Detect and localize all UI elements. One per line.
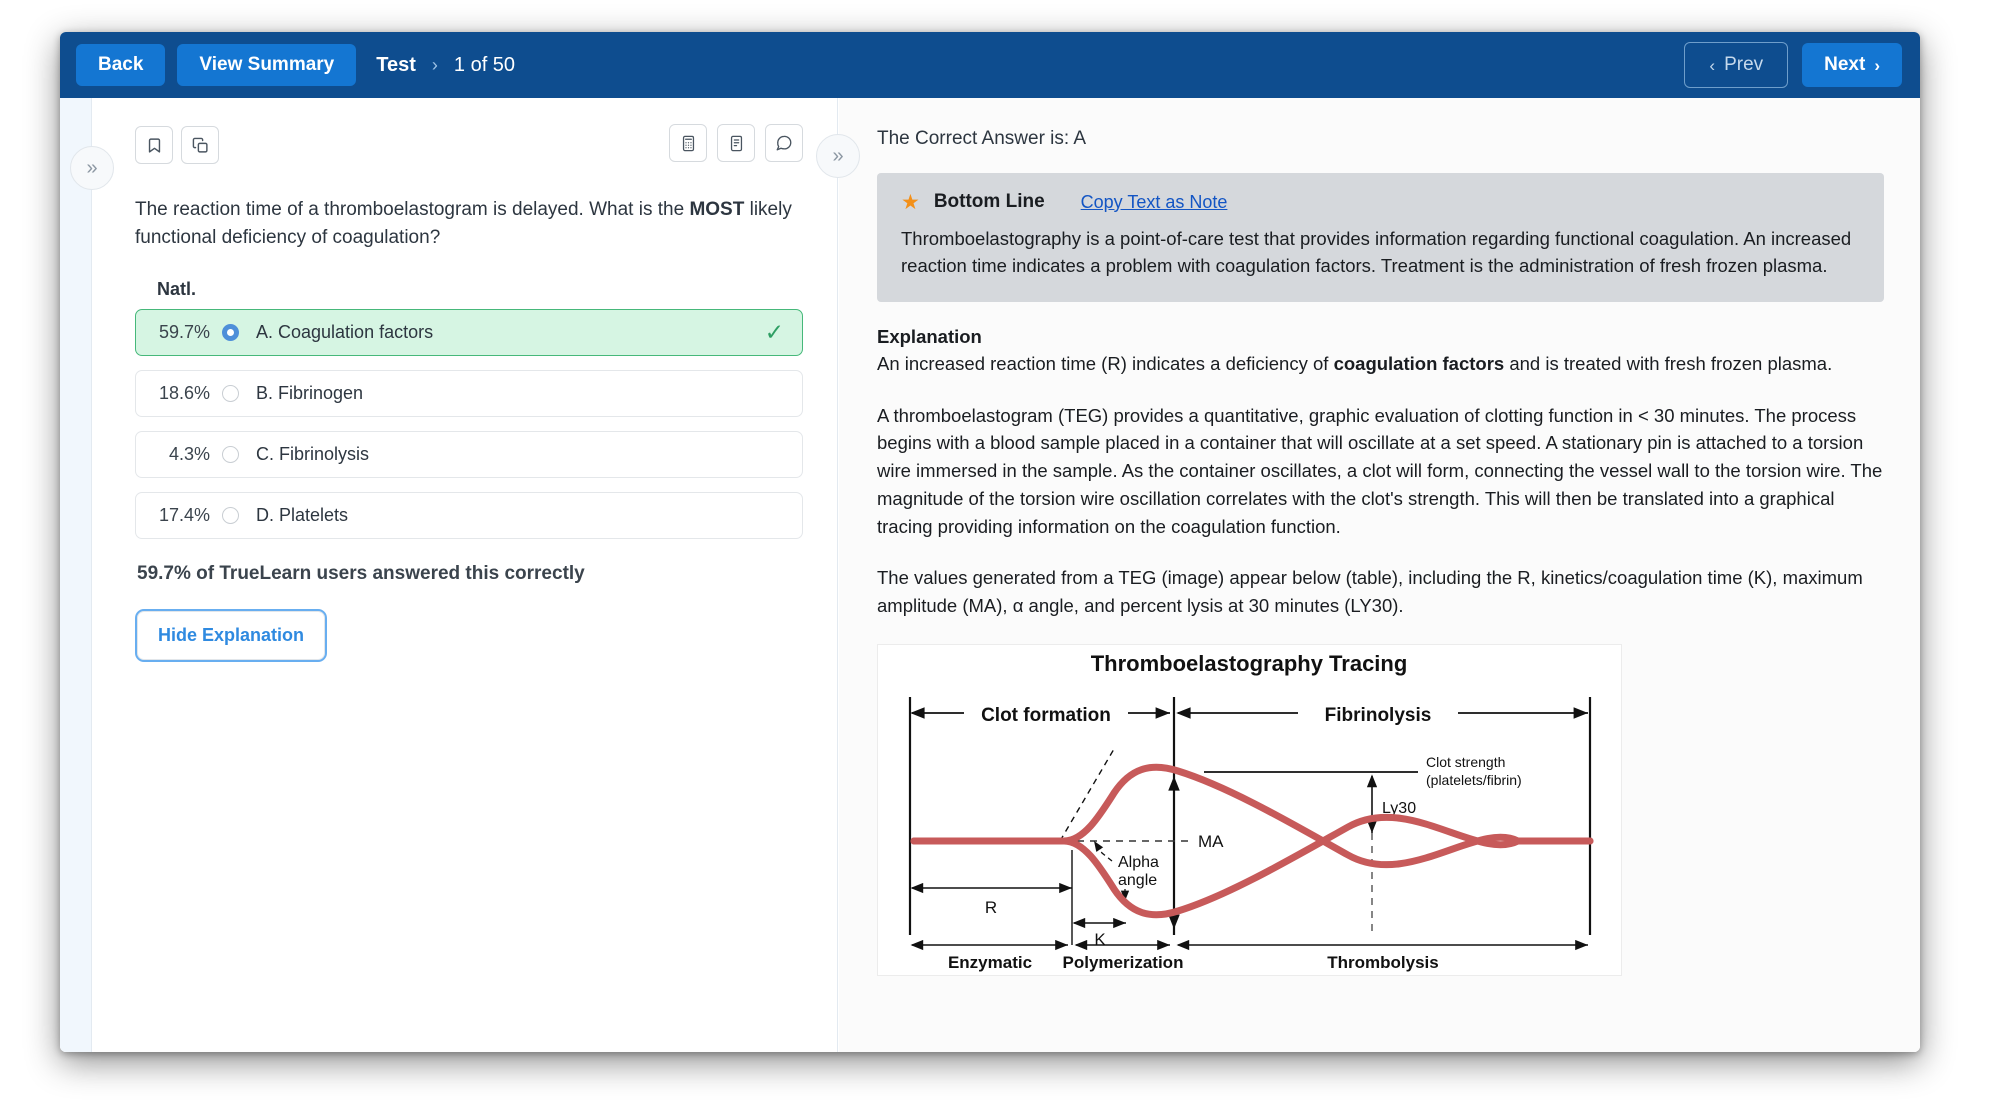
breadcrumb-question-count: 1 of 50 (453, 53, 516, 76)
view-summary-button[interactable]: View Summary (177, 43, 357, 87)
question-emphasis: MOST (689, 199, 745, 220)
bookmark-icon[interactable] (135, 126, 173, 164)
figure-label-polymerization: Polymerization (1063, 953, 1184, 972)
figure-label-k: K (1094, 930, 1106, 949)
next-button-label: Next (1824, 54, 1866, 75)
expand-left-panel-button[interactable]: » (70, 146, 114, 190)
bottom-line-box: ★ Bottom Line Copy Text as Note Thromboe… (877, 173, 1884, 302)
teg-lower-trace (910, 813, 1594, 918)
chevron-left-icon: ‹ (1709, 55, 1716, 75)
national-percent-header: Natl. (157, 279, 197, 300)
explanation-p1-bold: coagulation factors (1333, 352, 1505, 374)
figure-label-clot-strength-1: Clot strength (1426, 754, 1505, 770)
answer-option-percent: 4.3% (168, 444, 210, 465)
figure-label-clot-formation: Clot formation (981, 705, 1111, 726)
bottom-line-text: Thromboelastography is a point-of-care t… (901, 228, 1852, 277)
bottom-line-title: Bottom Line (933, 191, 1045, 212)
correct-answer-line: The Correct Answer is: A (877, 128, 1087, 149)
chevron-right-icon: › (431, 54, 438, 75)
answer-option-d[interactable]: 17.4% D. Platelets (135, 492, 803, 540)
next-button[interactable]: Next › (1802, 43, 1902, 87)
teg-tracing-figure: Thromboelastography Tracing Clot formati… (877, 643, 1622, 976)
correct-check-icon: ✓ (764, 319, 784, 346)
content-area: » » The reaction time of a thromboelasto… (60, 98, 1920, 1052)
top-nav-actions: ‹ Prev Next › (1684, 42, 1902, 88)
explanation-p1-part2: and is treated with fresh frozen plasma. (1504, 352, 1833, 374)
explanation-heading: Explanation (877, 325, 982, 347)
left-gutter (60, 98, 92, 1052)
question-text-part1: The reaction time of a thromboelastogram… (135, 199, 690, 220)
breadcrumb-test[interactable]: Test (376, 54, 416, 77)
answer-option-percent: 18.6% (158, 383, 210, 404)
figure-label-r: R (985, 898, 997, 917)
hide-explanation-button[interactable]: Hide Explanation (134, 609, 328, 663)
screenshot-root: Back View Summary Test › 1 of 50 ‹ Prev … (0, 0, 2000, 1100)
answer-option-label: B. Fibrinogen (256, 383, 364, 404)
answer-option-a[interactable]: 59.7% A. Coagulation factors ✓ (135, 309, 803, 357)
question-stem: The reaction time of a thromboelastogram… (135, 196, 803, 252)
teg-tracing-svg: Thromboelastography Tracing Clot formati… (908, 651, 1594, 972)
answer-option-b[interactable]: 18.6% B. Fibrinogen (135, 370, 803, 418)
explanation-panel: The Correct Answer is: A ★ Bottom Line C… (839, 98, 1920, 1052)
question-toolbar (135, 124, 803, 166)
figure-label-enzymatic: Enzymatic (948, 953, 1032, 972)
prev-button[interactable]: ‹ Prev (1684, 42, 1789, 88)
explanation-p1-part1: An increased reaction time (R) indicates… (877, 352, 1334, 374)
figure-label-alpha-2: angle (1118, 872, 1157, 889)
breadcrumb: Test › 1 of 50 (376, 54, 515, 77)
figure-title: Thromboelastography Tracing (1091, 651, 1408, 676)
top-navigation-bar: Back View Summary Test › 1 of 50 ‹ Prev … (60, 32, 1920, 98)
answer-option-radio[interactable] (222, 324, 239, 342)
answer-option-label: C. Fibrinolysis (256, 444, 370, 465)
answer-option-radio[interactable] (222, 446, 239, 464)
answer-option-label: A. Coagulation factors (256, 322, 434, 343)
explanation-paragraph-3: The values generated from a TEG (image) … (877, 567, 1863, 616)
question-panel: The reaction time of a thromboelastogram… (93, 98, 838, 1052)
copy-icon[interactable] (181, 126, 219, 164)
chat-icon[interactable] (765, 124, 803, 162)
figure-label-clot-strength-2: (platelets/fibrin) (1426, 772, 1522, 788)
answer-option-label: D. Platelets (256, 505, 349, 526)
chevron-right-icon: › (1874, 55, 1880, 75)
figure-label-thrombolysis: Thrombolysis (1327, 953, 1438, 972)
notes-icon[interactable] (717, 124, 755, 162)
explanation-paragraph-1: An increased reaction time (R) indicates… (877, 350, 1884, 378)
answer-option-radio[interactable] (222, 507, 239, 525)
answer-options-list: 59.7% A. Coagulation factors ✓ 18.6% B. Fibr… (135, 309, 803, 540)
answer-option-radio[interactable] (222, 385, 239, 403)
figure-label-ma: MA (1198, 832, 1224, 851)
question-tools-right (669, 124, 803, 162)
calculator-icon[interactable] (669, 124, 707, 162)
prev-button-label: Prev (1724, 54, 1764, 75)
app-window: Back View Summary Test › 1 of 50 ‹ Prev … (60, 32, 1920, 1052)
star-icon: ★ (901, 190, 920, 214)
answer-option-c[interactable]: 4.3% C. Fibrinolysis (135, 431, 803, 479)
explanation-paragraph-2: A thromboelastogram (TEG) provides a qua… (877, 404, 1883, 537)
answer-option-percent: 59.7% (158, 322, 210, 343)
back-button[interactable]: Back (76, 43, 166, 87)
figure-label-alpha-1: Alpha (1118, 854, 1159, 871)
figure-label-fibrinolysis: Fibrinolysis (1325, 705, 1432, 726)
answer-option-percent: 17.4% (158, 505, 210, 526)
bottom-line-header: ★ Bottom Line Copy Text as Note (901, 191, 1860, 213)
copy-text-as-note-link[interactable]: Copy Text as Note (1081, 192, 1228, 213)
answer-statistics: 59.7% of TrueLearn users answered this c… (137, 563, 585, 585)
expand-right-panel-button[interactable]: » (816, 134, 860, 178)
